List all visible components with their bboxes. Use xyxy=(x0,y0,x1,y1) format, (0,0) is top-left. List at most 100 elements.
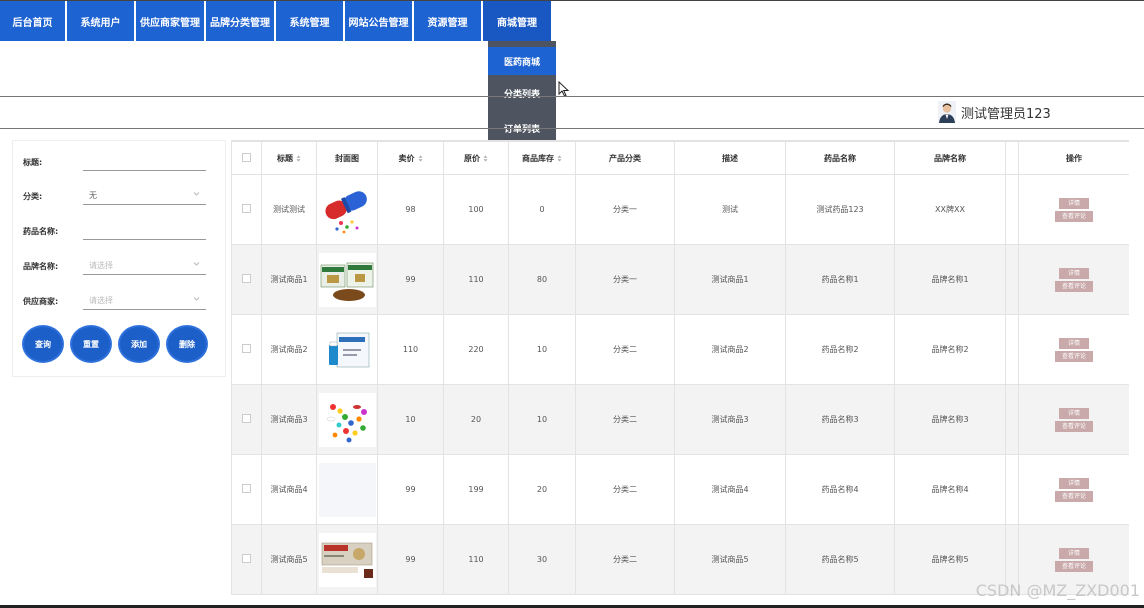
col-header-price[interactable]: 卖价 xyxy=(377,141,444,175)
detail-button[interactable]: 详情 xyxy=(1059,337,1089,349)
cell-category: 分类二 xyxy=(575,314,675,385)
cell-operations: 详情 查看评论 xyxy=(1018,244,1129,315)
cell-title: 测试测试 xyxy=(261,174,317,245)
product-image-placeholder xyxy=(318,462,376,517)
cell-cover xyxy=(316,454,378,525)
cell-drug-name: 测试药品123 xyxy=(785,174,895,245)
row-checkbox[interactable] xyxy=(231,524,262,595)
row-checkbox[interactable] xyxy=(231,384,262,455)
view-reviews-button[interactable]: 查看评论 xyxy=(1055,420,1093,432)
category-label: 分类: xyxy=(23,191,43,201)
cell-brand-name: 品牌名称3 xyxy=(894,384,1006,455)
cell-cover xyxy=(316,524,378,595)
product-image-boxes xyxy=(318,252,376,307)
cell-category: 分类二 xyxy=(575,524,675,595)
cell-operations: 详情 查看评论 xyxy=(1018,454,1129,525)
nav-mall-management[interactable]: 商城管理 xyxy=(483,1,551,41)
nav-supplier-management[interactable]: 供应商家管理 xyxy=(136,1,204,41)
cell-original-price: 20 xyxy=(443,384,509,455)
divider xyxy=(0,128,1144,129)
cell-operations: 详情 查看评论 xyxy=(1018,384,1129,455)
col-header-original-price[interactable]: 原价 xyxy=(443,141,509,175)
category-filter: 分类: 无 xyxy=(23,187,206,205)
cell-title: 测试商品4 xyxy=(261,454,317,525)
cell-cover xyxy=(316,174,378,245)
detail-button[interactable]: 详情 xyxy=(1059,547,1089,559)
cell-description: 测试商品5 xyxy=(674,524,786,595)
cell-description: 测试商品2 xyxy=(674,314,786,385)
nav-system-management[interactable]: 系统管理 xyxy=(276,1,343,41)
sort-icon[interactable] xyxy=(557,155,562,162)
cell-drug-name: 药品名称2 xyxy=(785,314,895,385)
title-input[interactable] xyxy=(83,153,206,171)
select-all-checkbox[interactable] xyxy=(231,141,262,175)
user-info[interactable]: 测试管理员123 xyxy=(938,100,1051,124)
nav-resource-management[interactable]: 资源管理 xyxy=(414,1,481,41)
delete-button[interactable]: 删除 xyxy=(166,325,208,363)
search-buttons: 查询 重置 添加 删除 xyxy=(22,325,214,363)
cell-category: 分类一 xyxy=(575,174,675,245)
row-checkbox[interactable] xyxy=(231,174,262,245)
sort-icon[interactable] xyxy=(296,155,301,162)
nav-brand-category-management[interactable]: 品牌分类管理 xyxy=(206,1,274,41)
nav-announcement-management[interactable]: 网站公告管理 xyxy=(345,1,412,41)
menu-item-medicine-mall[interactable]: 医药商城 xyxy=(488,47,556,75)
cell-operations: 详情 查看评论 xyxy=(1018,314,1129,385)
cell-stock: 0 xyxy=(508,174,576,245)
cell-price: 99 xyxy=(377,244,444,315)
supplier-select-placeholder: 请选择 xyxy=(89,296,113,305)
product-table: 标题 封面图 卖价 原价 商品库存 产品分类 描述 药品名称 品牌名称 操作 测… xyxy=(231,140,1129,608)
add-button[interactable]: 添加 xyxy=(118,325,160,363)
view-reviews-button[interactable]: 查看评论 xyxy=(1055,350,1093,362)
avatar xyxy=(938,101,956,123)
cell-stock: 80 xyxy=(508,244,576,315)
col-header-cover: 封面图 xyxy=(316,141,378,175)
nav-home[interactable]: 后台首页 xyxy=(0,1,65,41)
menu-item-category-list[interactable]: 分类列表 xyxy=(488,75,556,111)
chevron-down-icon xyxy=(193,297,200,301)
table-row: 测试测试 98 100 0 分类一 测试 测试药品123 XX牌XX 详情 查看… xyxy=(231,174,1129,245)
sort-icon[interactable] xyxy=(418,155,423,162)
detail-button[interactable]: 详情 xyxy=(1059,407,1089,419)
cell-cover xyxy=(316,314,378,385)
brand-select-placeholder: 请选择 xyxy=(89,261,113,270)
chevron-down-icon xyxy=(193,192,200,196)
detail-button[interactable]: 详情 xyxy=(1059,267,1089,279)
cell-price: 98 xyxy=(377,174,444,245)
col-header-operations: 操作 xyxy=(1018,141,1129,175)
cell-category: 分类二 xyxy=(575,454,675,525)
cell-cover xyxy=(316,244,378,315)
cell-description: 测试商品4 xyxy=(674,454,786,525)
view-reviews-button[interactable]: 查看评论 xyxy=(1055,280,1093,292)
mall-dropdown-menu: 医药商城 分类列表 订单列表 xyxy=(488,41,556,145)
cell-original-price: 100 xyxy=(443,174,509,245)
detail-button[interactable]: 详情 xyxy=(1059,477,1089,489)
brand-select[interactable]: 请选择 xyxy=(83,257,206,275)
cell-title: 测试商品5 xyxy=(261,524,317,595)
row-checkbox[interactable] xyxy=(231,454,262,525)
cell-stock: 10 xyxy=(508,384,576,455)
divider xyxy=(0,96,1144,97)
supplier-select[interactable]: 请选择 xyxy=(83,292,206,310)
view-reviews-button[interactable]: 查看评论 xyxy=(1055,490,1093,502)
view-reviews-button[interactable]: 查看评论 xyxy=(1055,210,1093,222)
product-image-medicine-box xyxy=(318,322,376,377)
col-header-stock[interactable]: 商品库存 xyxy=(508,141,576,175)
nav-system-users[interactable]: 系统用户 xyxy=(67,1,134,41)
reset-button[interactable]: 重置 xyxy=(70,325,112,363)
row-checkbox[interactable] xyxy=(231,314,262,385)
row-checkbox[interactable] xyxy=(231,244,262,315)
watermark: CSDN @MZ_ZXD001 xyxy=(975,581,1140,600)
view-reviews-button[interactable]: 查看评论 xyxy=(1055,560,1093,572)
category-select-value: 无 xyxy=(89,191,97,200)
query-button[interactable]: 查询 xyxy=(22,325,64,363)
sort-icon[interactable] xyxy=(483,155,488,162)
col-header-title[interactable]: 标题 xyxy=(261,141,317,175)
drug-name-input[interactable] xyxy=(83,222,206,240)
category-select[interactable]: 无 xyxy=(83,187,206,205)
cell-original-price: 220 xyxy=(443,314,509,385)
supplier-filter: 供应商家: 请选择 xyxy=(23,292,206,310)
detail-button[interactable]: 详情 xyxy=(1059,197,1089,209)
top-nav: 后台首页 系统用户 供应商家管理 品牌分类管理 系统管理 网站公告管理 资源管理… xyxy=(0,1,553,41)
product-image-pills xyxy=(318,392,376,447)
